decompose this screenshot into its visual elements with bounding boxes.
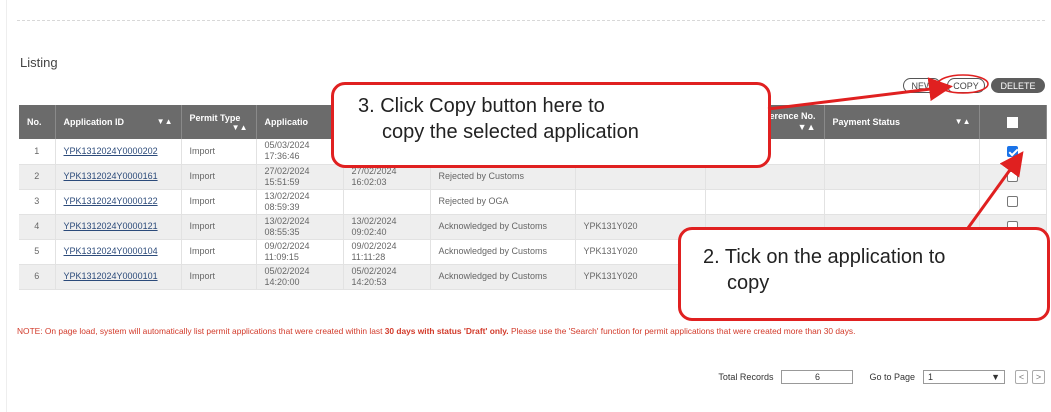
arrow-to-checkbox	[966, 151, 1024, 229]
copy-button-highlight	[937, 74, 989, 94]
arrow-to-copy-button	[767, 77, 953, 111]
annotation-arrows	[767, 74, 1024, 229]
